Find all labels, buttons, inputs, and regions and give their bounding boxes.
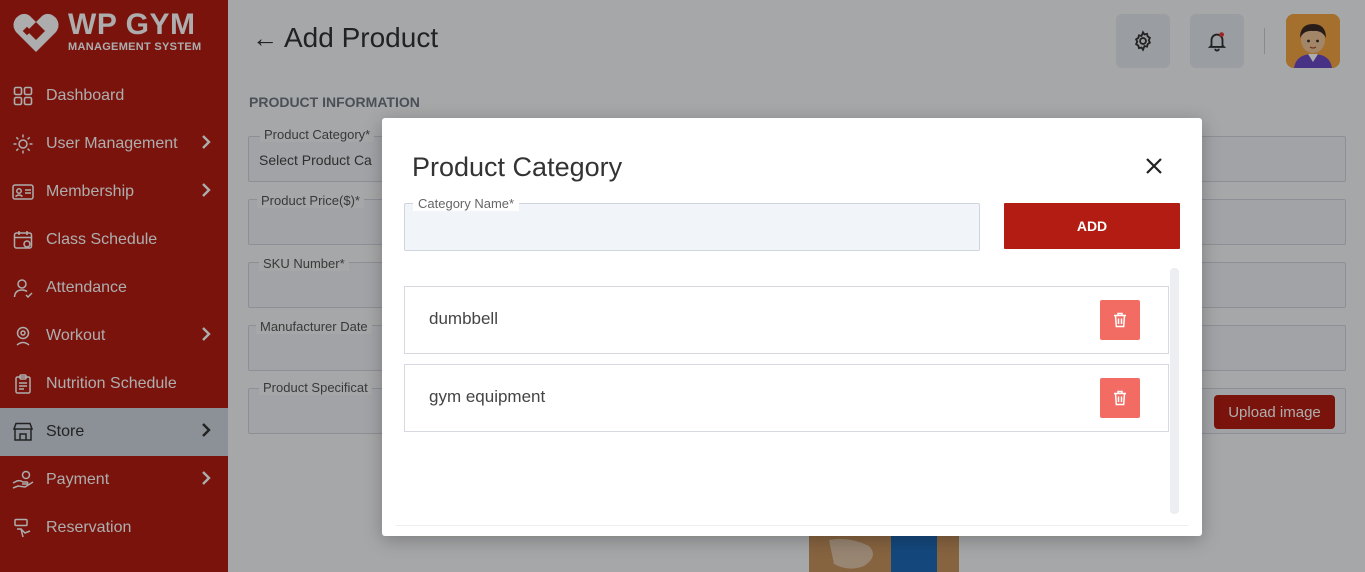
category-name: dumbbell <box>429 309 498 328</box>
category-row: gym equipment <box>404 364 1169 432</box>
trash-icon <box>1114 390 1126 406</box>
product-category-modal: Product Category Category Name* ADD dumb… <box>382 118 1202 536</box>
close-icon <box>1146 158 1162 174</box>
category-name: gym equipment <box>429 387 546 406</box>
category-name-label: Category Name* <box>413 196 520 211</box>
category-row: dumbbell <box>404 286 1169 354</box>
category-list-scrollbar[interactable] <box>1170 268 1179 514</box>
modal-divider <box>396 525 1188 526</box>
delete-category-button[interactable] <box>1100 300 1140 340</box>
close-button[interactable] <box>1142 154 1166 178</box>
modal-title: Product Category <box>412 152 623 182</box>
trash-icon <box>1114 312 1126 328</box>
delete-category-button[interactable] <box>1100 378 1140 418</box>
add-category-button[interactable]: ADD <box>1004 203 1180 249</box>
